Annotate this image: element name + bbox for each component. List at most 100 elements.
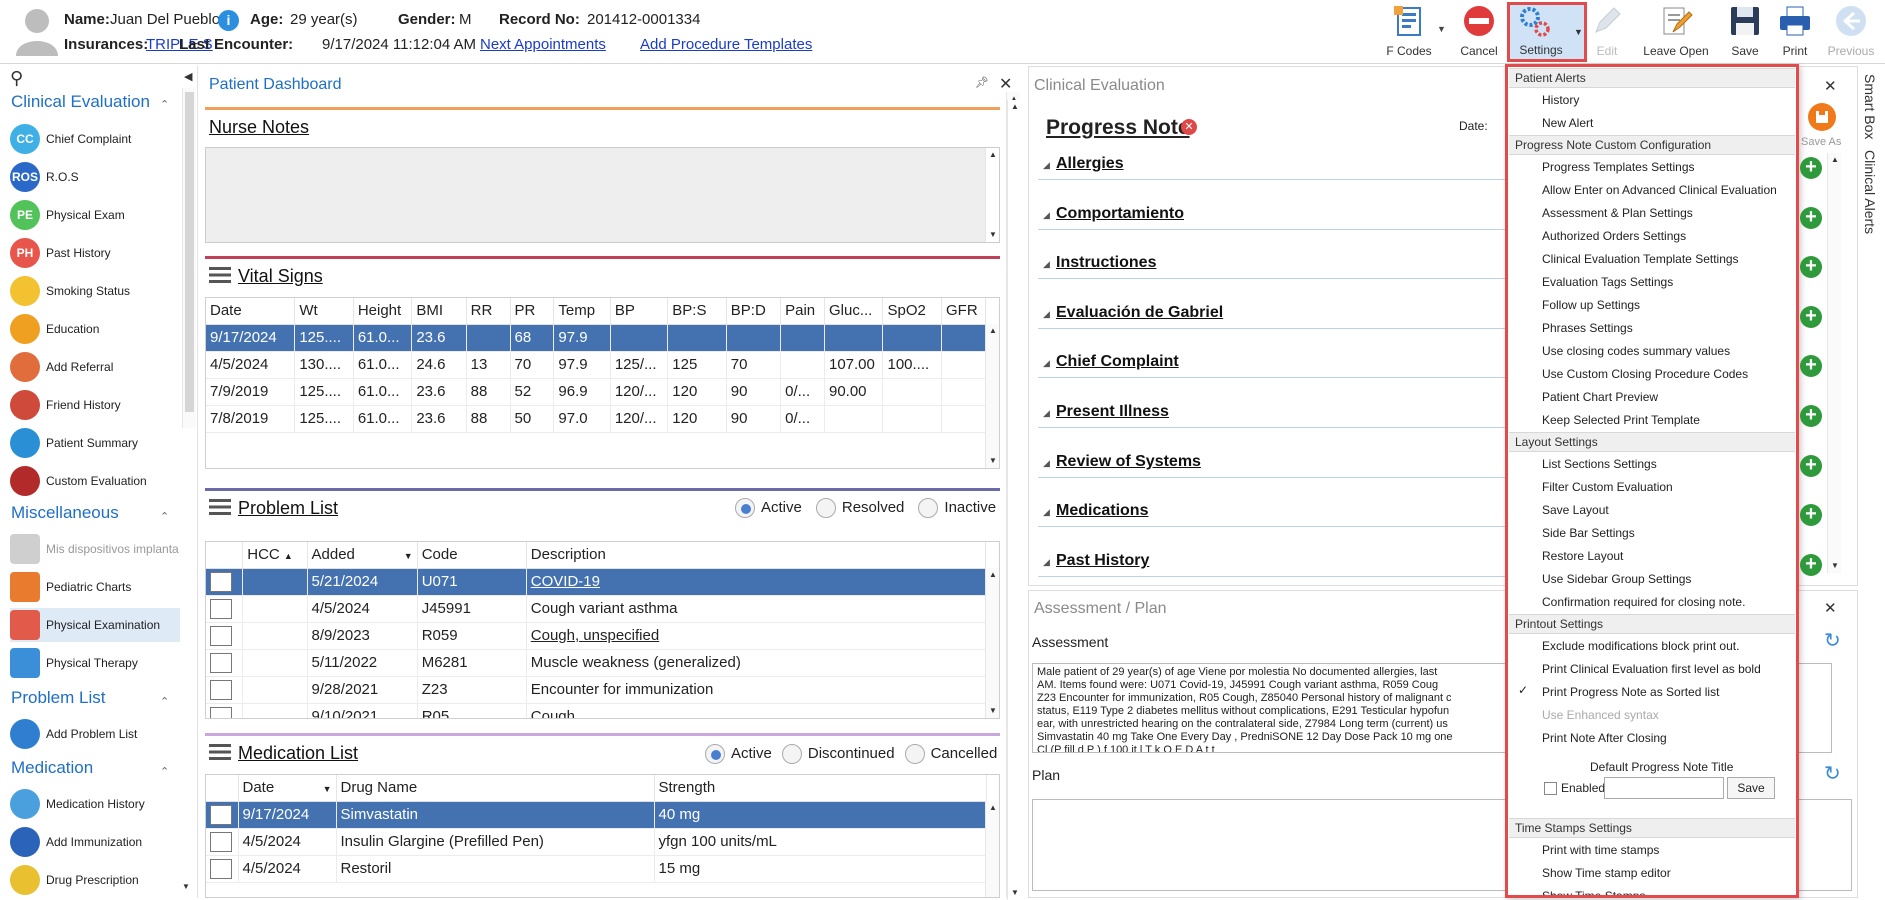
row-checkbox[interactable]: [210, 831, 232, 852]
add-icon[interactable]: +: [1800, 454, 1822, 477]
close-icon[interactable]: ✕: [1824, 599, 1837, 617]
sidebar-item-smoking-status[interactable]: Smoking Status: [10, 274, 180, 308]
column-header[interactable]: GFR: [941, 298, 987, 325]
row-checkbox[interactable]: [210, 804, 232, 825]
save-button[interactable]: Save: [1724, 4, 1766, 60]
close-icon[interactable]: ✕: [1824, 77, 1837, 95]
radio-button[interactable]: [815, 498, 836, 518]
filter-inactive[interactable]: Inactive: [918, 498, 996, 522]
table-row[interactable]: 5/21/2024 U071 COVID-19: [206, 568, 987, 596]
next-appointments-link[interactable]: Next Appointments: [480, 36, 606, 53]
info-icon[interactable]: i: [218, 10, 239, 31]
pin-icon[interactable]: 📌︎: [975, 76, 989, 89]
menu-item-use-closing-codes-summary-values[interactable]: Use closing codes summary values: [1542, 341, 1730, 361]
menu-item-keep-selected-print-template[interactable]: Keep Selected Print Template: [1542, 410, 1700, 430]
column-header[interactable]: SpO2: [882, 298, 942, 325]
menu-item-follow-up-settings[interactable]: Follow up Settings: [1542, 295, 1640, 315]
row-checkbox[interactable]: [210, 706, 232, 718]
table-row[interactable]: 9/28/2021 Z23 Encounter for immunization: [206, 676, 987, 704]
menu-item-patient-chart-preview[interactable]: Patient Chart Preview: [1542, 387, 1658, 407]
sidebar-item-medication-history[interactable]: Medication History: [10, 787, 180, 821]
menu-item-use-sidebar-group-settings[interactable]: Use Sidebar Group Settings: [1542, 569, 1691, 589]
expand-triangle-icon[interactable]: ◢: [1043, 160, 1050, 171]
add-icon[interactable]: +: [1800, 405, 1822, 427]
table-row[interactable]: 7/8/2019 125.... 61.0... 23.6 88 50 97.0 120/..…: [206, 405, 987, 433]
column-header[interactable]: Temp: [553, 298, 611, 325]
menu-item-clinical-evaluation-template-settings[interactable]: Clinical Evaluation Template Settings: [1542, 249, 1739, 269]
column-header[interactable]: BP: [610, 298, 669, 325]
chevron-up-icon[interactable]: ⌃: [160, 98, 169, 111]
column-header[interactable]: HCC ▲: [242, 542, 308, 569]
menu-item-history[interactable]: History: [1542, 90, 1579, 110]
filter-resolved[interactable]: Resolved: [815, 498, 904, 522]
save-as-icon[interactable]: [1808, 103, 1836, 131]
table-row[interactable]: 9/17/2024 125.... 61.0... 23.6 68 97.9: [206, 324, 987, 352]
sidebar-item-add-problem-list[interactable]: Add Problem List: [10, 717, 180, 751]
medication-section-title[interactable]: Medication: [11, 758, 93, 778]
sidebar-item-physical-exam[interactable]: PE Physical Exam: [10, 198, 180, 232]
row-checkbox[interactable]: [210, 571, 232, 592]
menu-icon[interactable]: [209, 743, 237, 760]
radio-button[interactable]: [781, 744, 802, 764]
column-header[interactable]: Date ▼: [238, 775, 337, 802]
filter-active[interactable]: Active: [705, 744, 772, 768]
expand-triangle-icon[interactable]: ◢: [1043, 557, 1050, 568]
table-row[interactable]: 4/5/2024 130.... 61.0... 24.6 13 70 97.9 125/..…: [206, 351, 987, 379]
sidebar-item-add-immunization[interactable]: Add Immunization: [10, 825, 180, 859]
expand-triangle-icon[interactable]: ◢: [1043, 210, 1050, 221]
chevron-up-icon[interactable]: ⌃: [160, 765, 169, 778]
column-header[interactable]: Height: [353, 298, 413, 325]
sidebar-item-friend-history[interactable]: Friend History: [10, 388, 180, 422]
menu-item-exclude-modifications-block-print-out[interactable]: Exclude modifications block print out.: [1542, 636, 1739, 656]
add-icon[interactable]: +: [1800, 157, 1822, 179]
tab-smart-box[interactable]: Smart Box: [1862, 74, 1878, 139]
miscellaneous-section-title[interactable]: Miscellaneous: [11, 503, 119, 523]
leave-open-button[interactable]: Leave Open: [1636, 4, 1716, 60]
table-row[interactable]: 4/5/2024 Insulin Glargine (Prefilled Pen)…: [206, 828, 987, 856]
close-icon[interactable]: ✕: [999, 74, 1012, 94]
menu-item-show-time-stamps[interactable]: Show Time Stamps: [1542, 886, 1645, 895]
row-checkbox[interactable]: [210, 652, 232, 673]
search-icon[interactable]: ⚲: [10, 68, 23, 89]
table-row[interactable]: 7/9/2019 125.... 61.0... 23.6 88 52 96.9 120/..…: [206, 378, 987, 406]
filter-cancelled[interactable]: Cancelled: [904, 744, 997, 768]
menu-item-new-alert[interactable]: New Alert: [1542, 113, 1593, 133]
radio-button[interactable]: [904, 744, 925, 764]
menu-item-filter-custom-evaluation[interactable]: Filter Custom Evaluation: [1542, 477, 1673, 497]
add-icon[interactable]: +: [1800, 553, 1822, 576]
table-row[interactable]: 4/5/2024 Restoril 15 mg: [206, 855, 987, 883]
column-header[interactable]: Gluc...: [824, 298, 884, 325]
filter-discontinued[interactable]: Discontinued: [781, 744, 895, 768]
problem-list-section-title[interactable]: Problem List: [11, 688, 105, 708]
menu-item-list-sections-settings[interactable]: List Sections Settings: [1542, 454, 1657, 474]
expand-triangle-icon[interactable]: ◢: [1043, 507, 1050, 518]
menu-item-show-time-stamp-editor[interactable]: Show Time stamp editor: [1542, 863, 1671, 883]
menu-item-progress-templates-settings[interactable]: Progress Templates Settings: [1542, 157, 1695, 177]
sidebar-item-physical-therapy[interactable]: Physical Therapy: [10, 646, 180, 680]
menu-item-authorized-orders-settings[interactable]: Authorized Orders Settings: [1542, 226, 1686, 246]
problem-list-grid[interactable]: HCC ▲ Added ▼ Code Description 5/21/2024 U071…: [205, 541, 1000, 719]
menu-item-side-bar-settings[interactable]: Side Bar Settings: [1542, 523, 1635, 543]
add-procedure-templates-link[interactable]: Add Procedure Templates: [640, 36, 812, 53]
cancel-button[interactable]: Cancel: [1452, 4, 1506, 60]
radio-button[interactable]: [735, 498, 755, 518]
sidebar-item-education[interactable]: Education: [10, 312, 180, 346]
radio-button[interactable]: [705, 744, 725, 764]
expand-triangle-icon[interactable]: ◢: [1043, 358, 1050, 369]
add-icon[interactable]: +: [1800, 206, 1822, 229]
menu-item-print-progress-note-as-sorted-list[interactable]: Print Progress Note as Sorted list: [1542, 682, 1719, 702]
column-header[interactable]: RR: [466, 298, 511, 325]
column-header[interactable]: Date: [206, 298, 296, 325]
nurse-notes-textarea[interactable]: ▲ ▼: [205, 147, 1000, 243]
table-row[interactable]: 9/17/2024 Simvastatin 40 mg: [206, 801, 987, 829]
menu-icon[interactable]: [209, 266, 237, 283]
menu-icon[interactable]: [209, 498, 237, 515]
expand-triangle-icon[interactable]: ◢: [1043, 259, 1050, 270]
chevron-up-icon[interactable]: ⌃: [160, 695, 169, 708]
fcodes-button[interactable]: F Codes: [1378, 4, 1440, 60]
column-header[interactable]: Pain: [780, 298, 825, 325]
sidebar-item-physical-examination[interactable]: Physical Examination: [10, 608, 180, 642]
sidebar-item-pediatric-charts[interactable]: Pediatric Charts: [10, 570, 180, 604]
expand-triangle-icon[interactable]: ◢: [1043, 309, 1050, 320]
column-header[interactable]: Wt: [294, 298, 354, 325]
